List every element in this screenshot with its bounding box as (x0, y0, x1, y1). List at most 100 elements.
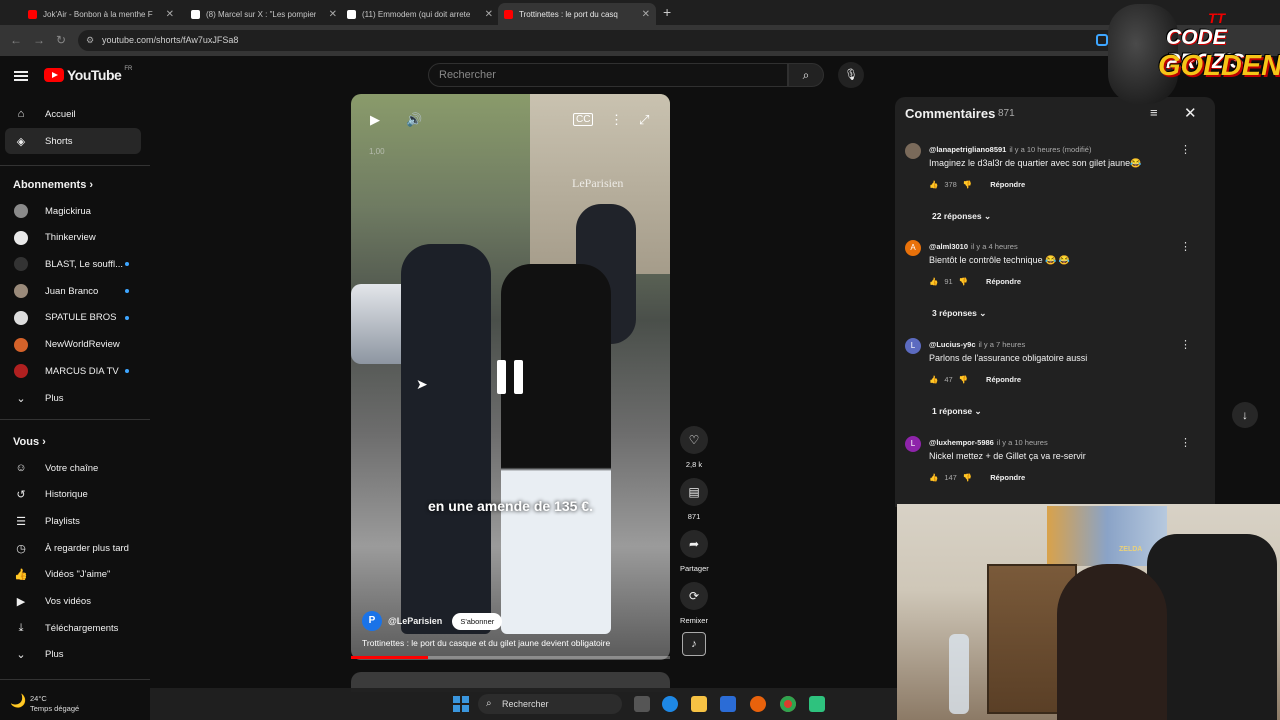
comment-icon[interactable]: ▤ (680, 478, 708, 506)
comment-more-icon[interactable]: ⋮ (1180, 436, 1191, 449)
tab-close-icon[interactable]: ✕ (166, 9, 174, 20)
chrome-icon[interactable] (780, 696, 796, 712)
sort-icon[interactable]: ≡ (1150, 105, 1158, 120)
reply-button[interactable]: Répondre (986, 277, 1021, 286)
browser-tab[interactable]: (8) Marcel sur X : "Les pompier ✕ (185, 3, 343, 25)
close-icon[interactable]: ✕ (1184, 104, 1197, 122)
subscription-item[interactable]: Magickirua (5, 198, 141, 224)
volume-icon[interactable]: 🔊 (406, 112, 422, 128)
fullscreen-icon[interactable]: ⤢ (639, 112, 649, 128)
remix-action[interactable]: ⟳ Remixer (680, 582, 708, 625)
store-icon[interactable] (720, 696, 736, 712)
new-tab-button[interactable]: + (663, 4, 671, 20)
thumbs-down-icon[interactable]: 👎 (959, 375, 968, 384)
like-icon[interactable]: ♡ (680, 426, 708, 454)
subscription-item[interactable]: Thinkerview (5, 225, 141, 251)
share-action[interactable]: ➦ Partager (680, 530, 709, 573)
subscription-item[interactable]: Juan Branco (5, 278, 141, 304)
pause-icon[interactable] (497, 360, 525, 394)
scroll-down-icon[interactable]: ↓ (1232, 402, 1258, 428)
search-button[interactable]: ⌕ (788, 63, 824, 87)
subscription-item[interactable]: BLAST, Le souffl... (5, 251, 141, 277)
you-title[interactable]: Vous › (13, 436, 46, 448)
thumbs-down-icon[interactable]: 👎 (963, 180, 972, 189)
subscriptions-title[interactable]: Abonnements › (13, 179, 93, 191)
you-item[interactable]: ☰ Playlists (5, 508, 141, 534)
you-item[interactable]: ⤓ Téléchargements (5, 615, 141, 641)
you-item[interactable]: ◷ À regarder plus tard (5, 535, 141, 561)
comment-author[interactable]: @lanapetrigliano8591 (929, 145, 1006, 154)
url-field[interactable]: ⚙ youtube.com/shorts/fAw7uxJFSa8 (78, 30, 1118, 51)
tab-close-icon[interactable]: ✕ (329, 9, 337, 20)
taskbar-search[interactable]: ⌕ Rechercher (478, 694, 622, 714)
you-item[interactable]: ▶ Vos vidéos (5, 589, 141, 615)
comment-author[interactable]: @Lucius-y9c (929, 340, 976, 349)
forward-icon[interactable]: → (33, 33, 45, 47)
comment-more-icon[interactable]: ⋮ (1180, 143, 1191, 156)
subscription-item[interactable]: SPATULE BROS (5, 305, 141, 331)
voice-search-button[interactable]: 🎙 (838, 62, 864, 88)
browser-tab[interactable]: Trottinettes : le port du casq ✕ (498, 3, 656, 25)
subscription-item[interactable]: MARCUS DIA TV (5, 358, 141, 384)
commenter-avatar[interactable]: A (905, 240, 921, 256)
tab-close-icon[interactable]: ✕ (485, 9, 493, 20)
thumbs-up-icon[interactable]: 👍 (929, 277, 938, 286)
youtube-logo[interactable]: YouTube FR (44, 66, 132, 83)
weather-widget[interactable]: 🌙 24°C Temps dégagé (10, 694, 79, 714)
site-info-icon[interactable]: ⚙ (86, 30, 94, 51)
you-item[interactable]: ↺ Historique (5, 482, 141, 508)
task-view-icon[interactable] (634, 696, 650, 712)
share-icon[interactable]: ➦ (680, 530, 708, 558)
more-options-icon[interactable]: ⋮ (610, 112, 623, 128)
subscriptions-more[interactable]: ⌄ Plus (5, 385, 141, 411)
subscribe-button[interactable]: S'abonner (452, 612, 503, 630)
commenter-avatar[interactable] (905, 143, 921, 159)
sidebar-item[interactable]: ⌂ Accueil (5, 101, 141, 127)
thumbs-down-icon[interactable]: 👎 (959, 277, 968, 286)
you-item[interactable]: 👍 Vidéos "J'aime" (5, 562, 141, 588)
channel-name[interactable]: @LeParisien (388, 616, 442, 626)
edge-icon[interactable] (662, 696, 678, 712)
app-icon[interactable] (809, 696, 825, 712)
sound-icon[interactable]: ♪ (682, 632, 706, 656)
channel-avatar[interactable]: P (362, 611, 382, 631)
comment-action[interactable]: ▤ 871 (680, 478, 708, 521)
search-input[interactable]: Rechercher (428, 63, 788, 87)
reload-icon[interactable]: ↻ (56, 33, 66, 47)
reply-button[interactable]: Répondre (990, 180, 1025, 189)
commenter-avatar[interactable]: L (905, 436, 921, 452)
comment-author[interactable]: @luxhempor-5986 (929, 438, 994, 447)
tab-close-icon[interactable]: ✕ (642, 9, 650, 20)
reply-button[interactable]: Répondre (990, 473, 1025, 482)
remix-icon[interactable]: ⟳ (680, 582, 708, 610)
you-item[interactable]: ☺ Votre chaîne (5, 455, 141, 481)
subscription-item[interactable]: NewWorldReview (5, 332, 141, 358)
menu-icon[interactable] (14, 69, 28, 83)
back-icon[interactable]: ← (10, 33, 22, 47)
comment-more-icon[interactable]: ⋮ (1180, 240, 1191, 253)
thumbs-up-icon[interactable]: 👍 (929, 180, 938, 189)
thumbs-up-icon[interactable]: 👍 (929, 375, 938, 384)
reply-button[interactable]: Répondre (986, 375, 1021, 384)
comment-author[interactable]: @alml3010 (929, 242, 968, 251)
view-replies-button[interactable]: 3 réponses ⌄ (932, 308, 986, 319)
sidebar-item[interactable]: ◈ Shorts (5, 128, 141, 154)
comment-more-icon[interactable]: ⋮ (1180, 338, 1191, 351)
captions-icon[interactable]: CC (573, 113, 594, 126)
play-icon[interactable]: ▶ (370, 112, 380, 128)
progress-bar[interactable] (351, 656, 670, 659)
video-title[interactable]: Trottinettes : le port du casque et du g… (362, 638, 610, 648)
firefox-icon[interactable] (750, 696, 766, 712)
thumbs-down-icon[interactable]: 👎 (963, 473, 972, 482)
you-item[interactable]: ⌄ Plus (5, 642, 141, 668)
view-replies-button[interactable]: 22 réponses ⌄ (932, 211, 991, 222)
like-action[interactable]: ♡ 2,8 k (680, 426, 708, 469)
browser-tab[interactable]: Jok'Air - Bonbon à la menthe F ✕ (22, 3, 180, 25)
extension-icon[interactable] (1096, 34, 1108, 46)
thumbs-up-icon[interactable]: 👍 (929, 473, 938, 482)
view-replies-button[interactable]: 1 réponse ⌄ (932, 406, 982, 417)
windows-start-icon[interactable] (453, 696, 469, 712)
file-explorer-icon[interactable] (691, 696, 707, 712)
browser-tab[interactable]: (11) Emmodem (qui doit arrete ✕ (341, 3, 499, 25)
commenter-avatar[interactable]: L (905, 338, 921, 354)
